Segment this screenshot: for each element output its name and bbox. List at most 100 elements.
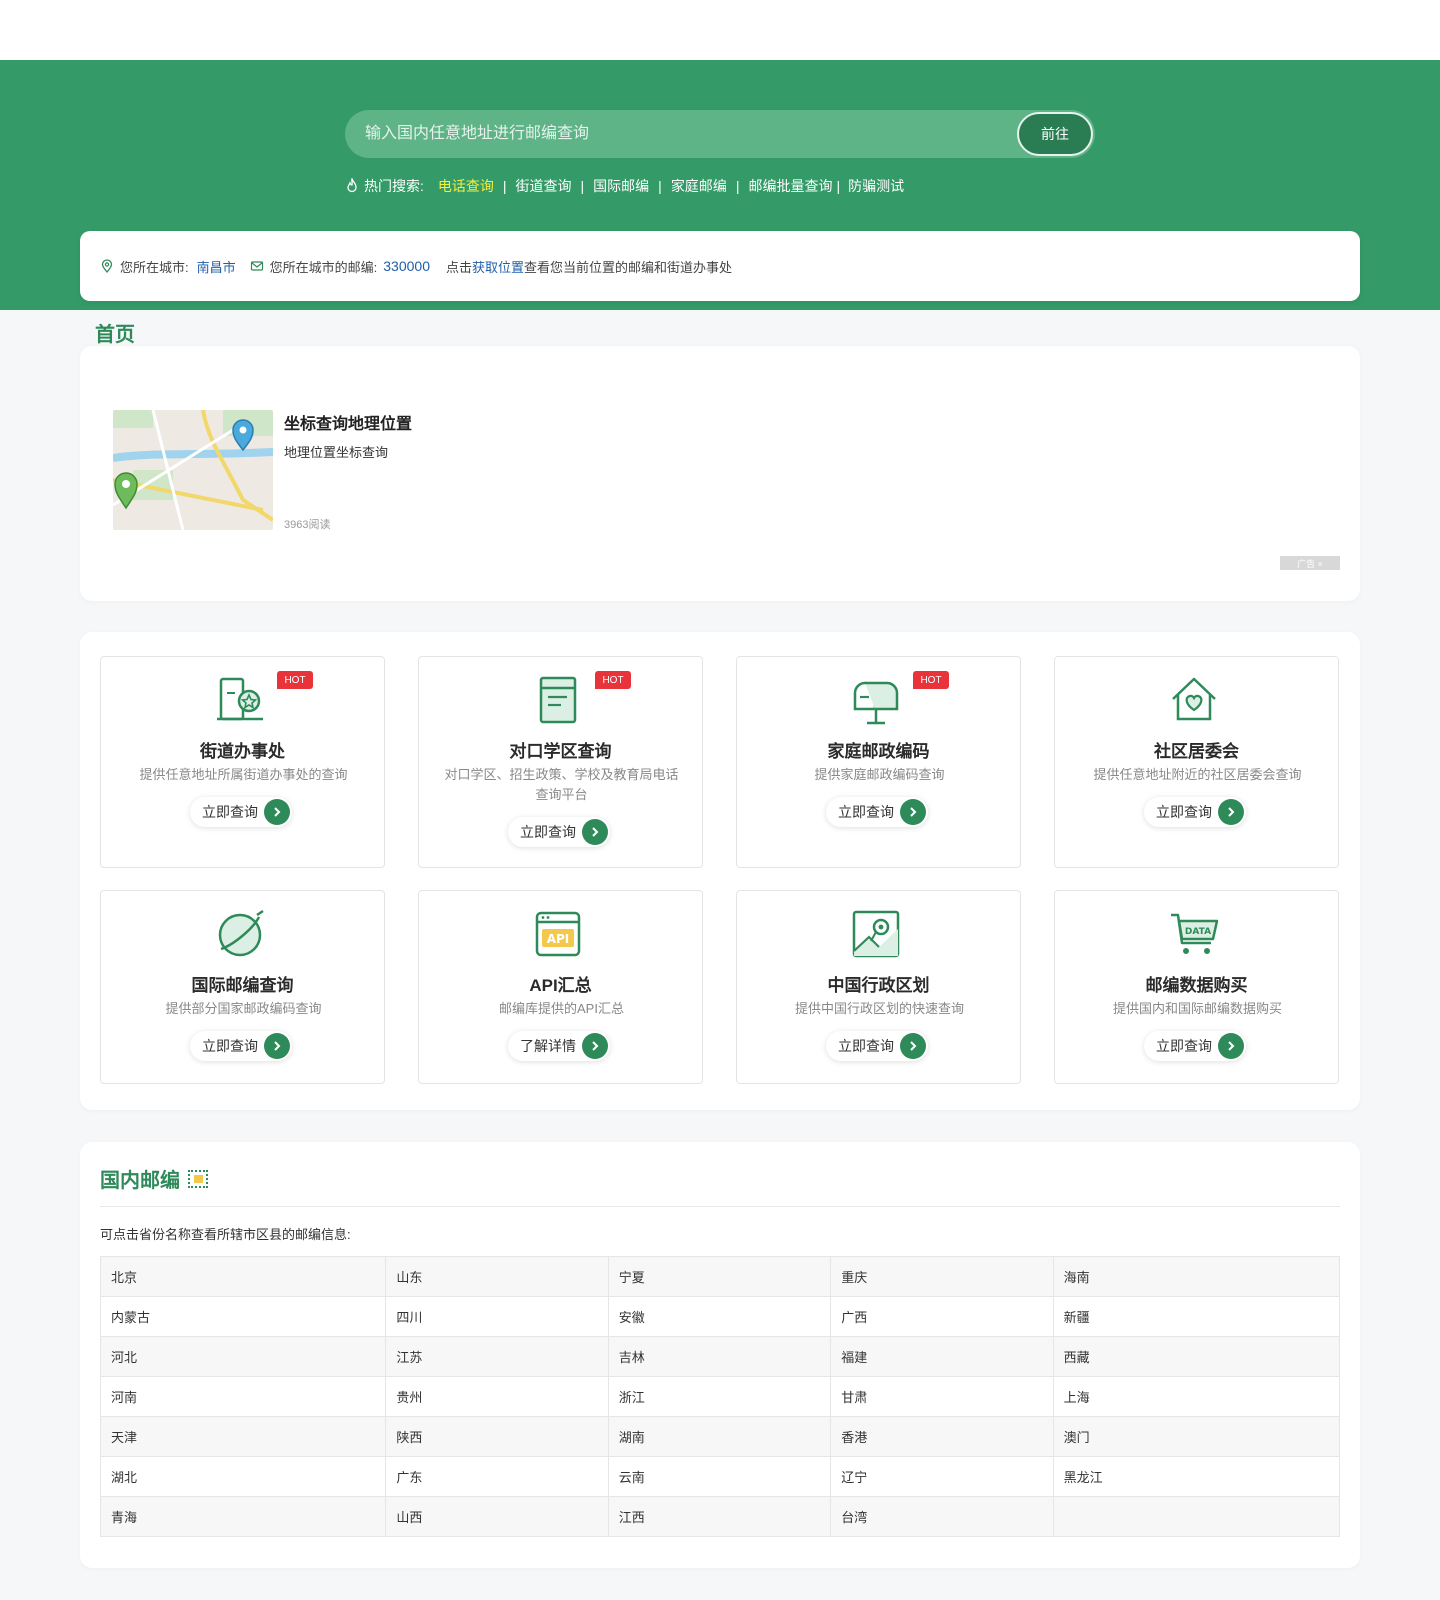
table-cell: 陕西: [385, 1416, 609, 1457]
table-cell: 吉林: [607, 1336, 832, 1377]
hot-link-phone[interactable]: 电话查询: [438, 176, 494, 196]
service-card-data-buy[interactable]: DATA 邮编数据购买 提供国内和国际邮编数据购买 立即查询: [1054, 890, 1339, 1084]
province-link[interactable]: 福建: [841, 1350, 867, 1365]
province-link[interactable]: 台湾: [841, 1510, 867, 1525]
table-cell: 湖北: [99, 1456, 387, 1497]
service-card-street[interactable]: HOT 街道办事处 提供任意地址所属街道办事处的查询 立即查询: [100, 656, 385, 868]
service-card-community[interactable]: 社区居委会 提供任意地址附近的社区居委会查询 立即查询: [1054, 656, 1339, 868]
province-link[interactable]: 内蒙古: [111, 1310, 150, 1325]
province-link[interactable]: 四川: [396, 1310, 422, 1325]
ad-close-mark[interactable]: 广告 ×: [1280, 556, 1340, 570]
province-link[interactable]: 青海: [111, 1510, 137, 1525]
province-link[interactable]: 广东: [396, 1470, 422, 1485]
table-cell: [1052, 1496, 1341, 1537]
service-details-button[interactable]: 了解详情: [508, 1031, 610, 1061]
search-button[interactable]: 前往: [1017, 112, 1093, 156]
table-row: 北京 山东 宁夏 重庆 海南: [99, 1256, 1341, 1297]
province-link[interactable]: 江苏: [396, 1350, 422, 1365]
province-link[interactable]: 江西: [619, 1510, 645, 1525]
hot-link-street[interactable]: 街道查询: [516, 176, 572, 196]
svg-text:DATA: DATA: [1185, 927, 1211, 937]
service-card-school[interactable]: HOT 对口学区查询 对口学区、招生政策、学校及教育局电话查询平台 立即查询: [418, 656, 703, 868]
button-label: 立即查询: [520, 824, 576, 840]
service-query-button[interactable]: 立即查询: [1144, 797, 1246, 827]
service-desc: 提供中国行政区划的快速查询: [794, 1001, 964, 1016]
table-cell: 贵州: [385, 1376, 609, 1417]
province-link[interactable]: 河南: [111, 1390, 137, 1405]
service-query-button[interactable]: 立即查询: [826, 1031, 928, 1061]
province-link[interactable]: 河北: [111, 1350, 137, 1365]
hot-link-intl[interactable]: 国际邮编: [593, 176, 649, 196]
search-box: 前往: [345, 110, 1095, 158]
svg-text:API: API: [547, 932, 570, 946]
province-link[interactable]: 陕西: [396, 1430, 422, 1445]
province-link[interactable]: 新疆: [1064, 1310, 1090, 1325]
province-link[interactable]: 湖南: [619, 1430, 645, 1445]
service-query-button[interactable]: 立即查询: [826, 797, 928, 827]
province-link[interactable]: 澳门: [1064, 1430, 1090, 1445]
province-link[interactable]: 浙江: [619, 1390, 645, 1405]
service-title: 中国行政区划: [827, 976, 930, 995]
document-icon: [539, 676, 577, 724]
table-cell: 西藏: [1052, 1336, 1341, 1377]
hot-badge: HOT: [595, 671, 631, 689]
service-card-intl[interactable]: 国际邮编查询 提供部分国家邮政编码查询 立即查询: [100, 890, 385, 1084]
province-link[interactable]: 吉林: [619, 1350, 645, 1365]
provinces-title: 国内邮编: [100, 1170, 180, 1192]
province-link[interactable]: 西藏: [1064, 1350, 1090, 1365]
province-link[interactable]: 广西: [841, 1310, 867, 1325]
provinces-tip: 可点击省份名称查看所辖市区县的邮编信息:: [100, 1227, 351, 1242]
table-cell: 北京: [99, 1256, 387, 1297]
button-label: 了解详情: [520, 1038, 576, 1054]
province-link[interactable]: 天津: [111, 1430, 137, 1445]
data-cart-icon: DATA: [1171, 913, 1219, 954]
provinces-table: 北京 山东 宁夏 重庆 海南内蒙古 四川 安徽 广西 新疆河北 江苏 吉林 福建 西藏河南 贵州 浙江 甘肃 上…: [99, 1256, 1341, 1537]
tip-pre: 点击: [445, 259, 472, 275]
breadcrumb[interactable]: 首页: [95, 318, 135, 347]
province-link[interactable]: 云南: [619, 1470, 645, 1485]
province-link[interactable]: 辽宁: [841, 1470, 867, 1485]
ad-title[interactable]: 坐标查询地理位置: [284, 410, 412, 434]
arrow-right-icon: [264, 1033, 290, 1059]
hot-link-fraud[interactable]: 防骗测试: [848, 176, 904, 196]
separator: |: [836, 178, 841, 194]
ad-map-image[interactable]: [113, 410, 273, 530]
get-location-link[interactable]: 获取位置: [472, 257, 524, 276]
province-link[interactable]: 贵州: [396, 1390, 422, 1405]
search-input[interactable]: [345, 110, 1005, 158]
province-link[interactable]: 山西: [396, 1510, 422, 1525]
service-card-division[interactable]: 中国行政区划 提供中国行政区划的快速查询 立即查询: [736, 890, 1021, 1084]
table-cell: 海南: [1052, 1256, 1341, 1297]
hot-link-home[interactable]: 家庭邮编: [671, 176, 727, 196]
province-link[interactable]: 上海: [1064, 1390, 1090, 1405]
hot-badge: HOT: [913, 671, 949, 689]
button-label: 立即查询: [1156, 804, 1212, 820]
province-link[interactable]: 湖北: [111, 1470, 137, 1485]
hot-link-batch[interactable]: 邮编批量查询: [748, 176, 832, 196]
service-query-button[interactable]: 立即查询: [190, 1031, 292, 1061]
table-cell: 宁夏: [607, 1256, 832, 1297]
table-cell: 台湾: [830, 1496, 1054, 1537]
table-row: 湖北 广东 云南 辽宁 黑龙江: [99, 1456, 1341, 1497]
service-desc: 对口学区、招生政策、学校及教育局电话查询平台: [444, 767, 679, 802]
city-value[interactable]: 南昌市: [197, 257, 236, 276]
province-link[interactable]: 北京: [111, 1270, 137, 1285]
service-query-button[interactable]: 立即查询: [190, 797, 292, 827]
service-query-button[interactable]: 立即查询: [508, 817, 610, 847]
province-link[interactable]: 安徽: [619, 1310, 645, 1325]
service-card-api[interactable]: API API汇总 邮编库提供的API汇总 了解详情: [418, 890, 703, 1084]
province-link[interactable]: 香港: [841, 1430, 867, 1445]
province-link[interactable]: 重庆: [841, 1270, 867, 1285]
province-link[interactable]: 甘肃: [841, 1390, 867, 1405]
arrow-right-icon: [582, 1033, 608, 1059]
province-link[interactable]: 海南: [1064, 1270, 1090, 1285]
service-query-button[interactable]: 立即查询: [1144, 1031, 1246, 1061]
api-icon: API: [535, 911, 581, 957]
province-link[interactable]: 黑龙江: [1064, 1470, 1103, 1485]
service-card-home-zip[interactable]: HOT 家庭邮政编码 提供家庭邮政编码查询 立即查询: [736, 656, 1021, 868]
ad-panel: 坐标查询地理位置 地理位置坐标查询 3963阅读 广告 ×: [80, 346, 1360, 601]
province-link[interactable]: 宁夏: [619, 1270, 645, 1285]
province-link[interactable]: 山东: [396, 1270, 422, 1285]
map-thumbnail-icon: [113, 410, 273, 530]
service-desc: 邮编库提供的API汇总: [499, 1001, 624, 1016]
